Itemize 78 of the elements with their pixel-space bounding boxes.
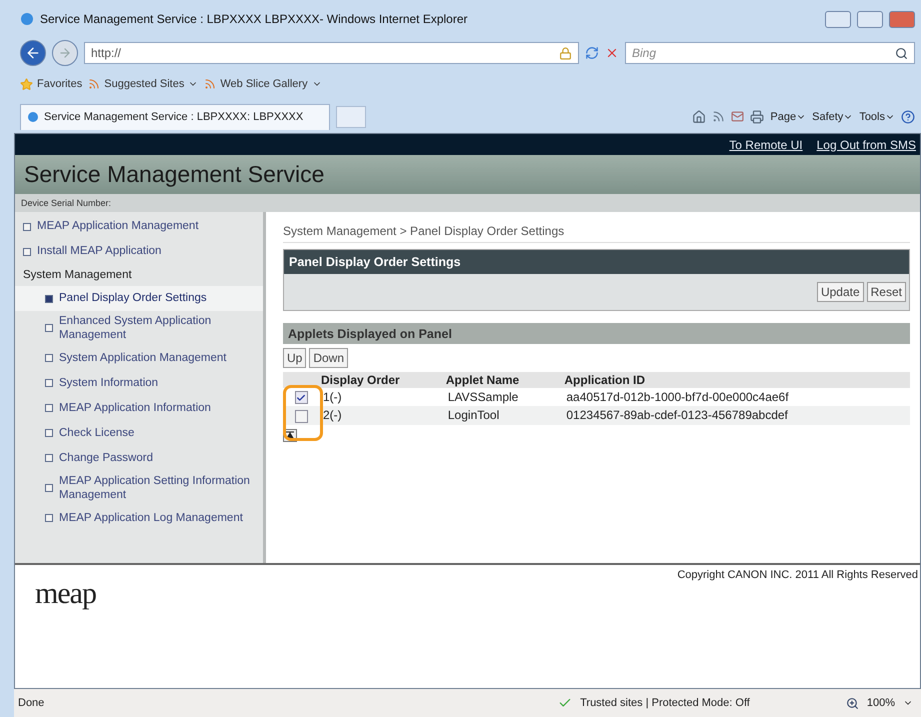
action-button[interactable]: Reset bbox=[866, 282, 906, 302]
sidebar-item[interactable]: Check License bbox=[15, 420, 263, 446]
star-icon bbox=[20, 78, 33, 90]
bullet-icon bbox=[45, 514, 53, 522]
bullet-icon bbox=[45, 484, 53, 492]
window-title: Service Management Service : LBPXXXX LBPXXXX- Windows Internet Explorer bbox=[40, 12, 468, 26]
favorites-button[interactable]: Favorites bbox=[20, 78, 82, 90]
command-menu[interactable]: Tools bbox=[859, 110, 895, 122]
browser-logo-icon bbox=[27, 111, 39, 123]
back-button[interactable] bbox=[20, 40, 46, 66]
table-cell: LoginTool bbox=[444, 406, 562, 425]
feed-icon[interactable] bbox=[712, 110, 726, 123]
lock-icon bbox=[559, 46, 572, 60]
search-field[interactable]: Bing bbox=[625, 42, 915, 64]
help-icon[interactable] bbox=[901, 110, 915, 124]
search-icon bbox=[895, 46, 908, 60]
table-cell: 2(-) bbox=[319, 406, 444, 425]
bullet-icon bbox=[45, 404, 53, 412]
address-field[interactable]: http:// bbox=[84, 42, 579, 64]
favorites-bar-link[interactable]: Suggested Sites bbox=[88, 78, 198, 90]
sidebar-item[interactable]: Enhanced System Application Management bbox=[15, 311, 263, 346]
zoom-level[interactable]: 100% bbox=[866, 697, 895, 709]
sidebar-item[interactable]: MEAP Application Information bbox=[15, 396, 263, 421]
sidebar-item[interactable]: MEAP Application Setting Information Management bbox=[15, 470, 263, 506]
command-menu[interactable]: Page bbox=[770, 110, 806, 122]
serial-number-label: Device Serial Number: bbox=[15, 194, 920, 212]
sidebar-item[interactable]: Panel Display Order Settings bbox=[15, 286, 263, 311]
row-checkbox[interactable] bbox=[294, 391, 308, 404]
page-title: Service Management Service bbox=[15, 155, 920, 194]
sidebar-item[interactable]: Install MEAP Application bbox=[15, 239, 263, 264]
feed-icon bbox=[204, 78, 216, 90]
sidebar-item[interactable]: MEAP Application Log Management bbox=[15, 506, 263, 530]
copyright-text: Copyright CANON INC. 2011 All Rights Reserved bbox=[677, 569, 918, 583]
bullet-icon bbox=[23, 222, 31, 230]
panel-title: Panel Display Order Settings bbox=[284, 250, 909, 274]
browser-logo-icon bbox=[20, 12, 34, 26]
home-icon[interactable] bbox=[692, 110, 706, 124]
browser-tab[interactable]: Service Management Service : LBPXXXX: LBPXXXX bbox=[20, 104, 330, 130]
bullet-icon bbox=[45, 324, 53, 332]
section-title: Applets Displayed on Panel bbox=[283, 323, 910, 344]
move-button[interactable]: Down bbox=[309, 348, 348, 368]
bullet-icon bbox=[45, 294, 53, 302]
minimize-button[interactable] bbox=[825, 10, 851, 28]
move-button[interactable]: Up bbox=[283, 348, 306, 368]
row-checkbox[interactable] bbox=[294, 410, 308, 423]
zoom-icon[interactable] bbox=[846, 696, 859, 710]
bullet-icon bbox=[45, 379, 53, 388]
breadcrumb: System Management > Panel Display Order Settings bbox=[283, 224, 910, 243]
print-icon[interactable] bbox=[750, 110, 764, 124]
sidebar-item[interactable]: Change Password bbox=[15, 446, 263, 471]
column-header: Application ID bbox=[562, 372, 910, 388]
column-header: Applet Name bbox=[444, 372, 562, 388]
maximize-button[interactable] bbox=[857, 10, 883, 28]
stop-icon[interactable] bbox=[605, 46, 619, 60]
table-cell: 01234567-89ab-cdef-0123-456789abcdef bbox=[562, 406, 910, 425]
sidebar-item[interactable]: System Application Management bbox=[15, 346, 263, 371]
bullet-icon bbox=[23, 248, 31, 256]
bullet-icon bbox=[45, 429, 53, 438]
favorites-bar-link[interactable]: Web Slice Gallery bbox=[204, 78, 322, 90]
feed-icon bbox=[88, 78, 100, 90]
sidebar-group-label: System Management bbox=[22, 268, 133, 283]
mail-icon[interactable] bbox=[731, 110, 744, 123]
command-menu[interactable]: Safety bbox=[812, 110, 854, 122]
logo: meap bbox=[35, 577, 96, 612]
forward-button[interactable] bbox=[52, 40, 78, 66]
status-text: Done bbox=[18, 697, 44, 709]
header-link[interactable]: To Remote UI bbox=[729, 138, 803, 152]
arrow-up-icon bbox=[286, 431, 294, 440]
column-header: Display Order bbox=[319, 372, 444, 388]
action-button[interactable]: Update bbox=[816, 282, 864, 302]
refresh-icon[interactable] bbox=[585, 46, 599, 60]
sidebar-item[interactable]: System Information bbox=[15, 370, 263, 396]
security-zone-text: Trusted sites | Protected Mode: Off bbox=[580, 697, 750, 709]
sidebar-item[interactable]: MEAP Application Management bbox=[15, 214, 263, 239]
header-link[interactable]: Log Out from SMS bbox=[816, 138, 916, 152]
bullet-icon bbox=[45, 354, 53, 362]
close-button[interactable] bbox=[889, 10, 915, 28]
bullet-icon bbox=[45, 454, 53, 462]
